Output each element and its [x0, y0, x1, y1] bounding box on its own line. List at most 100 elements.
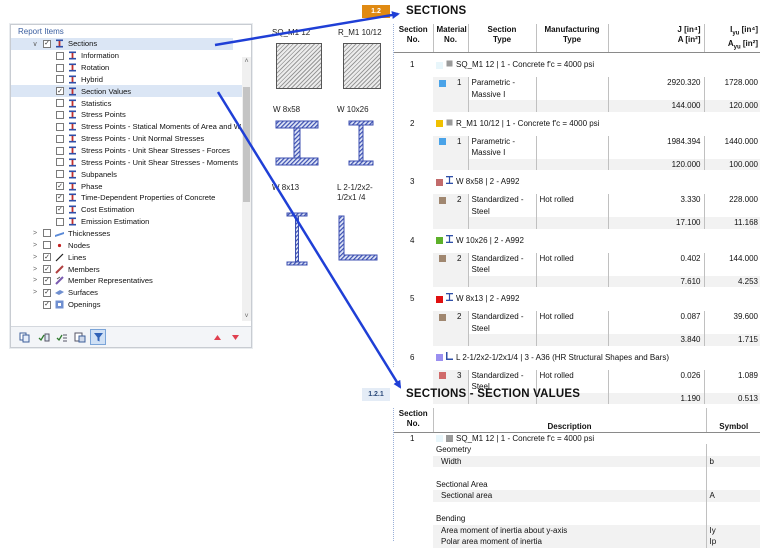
tree-item-checkbox[interactable]: ✓ [43, 300, 51, 309]
tree-item-label: Phase [81, 181, 103, 191]
tree-item-checkbox[interactable]: ✓ [43, 253, 51, 262]
value-symbol: Iy [705, 524, 760, 536]
square-section-preview [276, 43, 322, 89]
tree-item[interactable]: ✓ Cost Estimation [11, 204, 242, 216]
section-type-row: Steel [394, 205, 760, 218]
tree-item-checkbox[interactable] [56, 51, 64, 60]
material-cell: 2 [433, 194, 468, 206]
section-type-1: Standardized - [467, 311, 536, 323]
tree-item[interactable]: ✓ Openings [11, 299, 233, 311]
ayu-value: 1.715 [703, 334, 760, 346]
section-type-1: Parametric - [467, 77, 536, 89]
tree-item[interactable]: Rotation [11, 62, 242, 74]
tree-scrollbar[interactable]: ˄ ˅ [242, 57, 251, 321]
value-description: Sectional area [441, 491, 493, 500]
expand-icon[interactable]: > [31, 242, 39, 249]
tree-item[interactable]: Subpanels [11, 168, 242, 180]
section-color-swatch [436, 354, 443, 362]
tree-item-label: Stress Points - Unit Normal Stresses [81, 134, 205, 144]
tree-item-label: Subpanels [81, 169, 117, 179]
tree-item-checkbox[interactable] [56, 134, 64, 143]
tree-item[interactable]: > ✓ Lines [11, 251, 233, 263]
scrollbar-thumb[interactable] [243, 87, 250, 202]
expand-icon[interactable]: > [31, 289, 39, 296]
filter-icon[interactable] [90, 329, 106, 345]
tree-item[interactable]: > ✓ Member Representatives [11, 275, 233, 287]
section-name: W 10x26 | 2 - A992 [456, 235, 524, 245]
tree-item-checkbox[interactable] [56, 146, 64, 155]
expand-icon[interactable]: > [31, 277, 39, 284]
j-value: 2920.320 [607, 77, 704, 89]
check-all-icon[interactable] [36, 329, 52, 345]
scroll-up-icon[interactable]: ˄ [242, 57, 251, 66]
tree-item-checkbox[interactable] [56, 110, 64, 119]
report-items-panel: Report Items ∨ ✓ Sections Information Rotati… [10, 24, 252, 348]
col-header-symbol: Symbol [705, 408, 760, 433]
tree-item[interactable]: Emission Estimation [11, 216, 242, 228]
tree-item[interactable]: ∨ ✓ Sections [11, 38, 233, 50]
preview-label-rect: R_M1 10/12 [338, 28, 382, 37]
copy-settings-icon[interactable] [72, 329, 88, 345]
section-values-table-region: Section No. Description Symbol 1 SQ_M1 12 … [393, 408, 760, 548]
tree-item-checkbox[interactable]: ✓ [56, 87, 64, 96]
tree-item-checkbox[interactable] [56, 75, 64, 84]
material-no: 1 [457, 78, 462, 88]
tree-item-checkbox[interactable] [43, 241, 51, 250]
tree-item-checkbox[interactable] [56, 170, 64, 179]
tree-item-checkbox[interactable]: ✓ [56, 182, 64, 191]
sections-icon [68, 51, 77, 60]
tree-item-checkbox[interactable] [56, 217, 64, 226]
expand-icon[interactable]: > [31, 230, 39, 237]
tree-item[interactable]: Statistics [11, 97, 242, 109]
material-color-swatch [439, 372, 446, 380]
tree-item-checkbox[interactable]: ✓ [43, 276, 51, 285]
move-down-icon[interactable] [227, 329, 243, 345]
section-area-row: 17.100 11.168 [394, 217, 760, 229]
j-value: 0.087 [607, 311, 704, 323]
tree-item-checkbox[interactable] [56, 158, 64, 167]
tree-item-checkbox[interactable] [56, 63, 64, 72]
value-description: Bending [436, 514, 466, 523]
tree-item[interactable]: Stress Points - Unit Shear Stresses - Fo… [11, 145, 242, 157]
expand-icon[interactable]: > [31, 266, 39, 273]
angle-section-icon [446, 351, 453, 364]
tree-item-checkbox[interactable]: ✓ [43, 39, 51, 48]
tree-item[interactable]: Information [11, 50, 242, 62]
tree-item-checkbox[interactable] [56, 122, 64, 131]
i-section-icon [446, 176, 453, 188]
sections-icon [68, 75, 77, 84]
tree-item-checkbox[interactable] [56, 99, 64, 108]
value-symbol [705, 467, 760, 479]
section-row: 2 R_M1 10/12 | 1 - Concrete f'c = 4000 ps… [394, 112, 760, 136]
tree-item[interactable]: ✓ Section Values [11, 85, 242, 98]
tree-item[interactable]: Stress Points [11, 109, 242, 121]
scroll-down-icon[interactable]: ˅ [242, 312, 251, 321]
check-selected-icon[interactable] [54, 329, 70, 345]
opening-icon [55, 300, 64, 309]
tree-item[interactable]: Stress Points - Statical Moments of Area… [11, 121, 242, 133]
tree-item-label: Openings [68, 300, 101, 310]
tree-item[interactable]: > ✓ Members [11, 263, 233, 275]
tree-item[interactable]: > Thicknesses [11, 228, 233, 240]
expand-icon[interactable]: > [31, 254, 39, 261]
tree-item[interactable]: ✓ Phase [11, 180, 242, 192]
tree-item[interactable]: > Nodes [11, 239, 233, 251]
tree-item-label: Time-Dependent Properties of Concrete [81, 193, 216, 203]
tree-item[interactable]: Hybrid [11, 74, 242, 86]
tree-item[interactable]: Stress Points - Unit Normal Stresses [11, 133, 242, 145]
a-value: 17.100 [607, 217, 704, 229]
tree-item-checkbox[interactable]: ✓ [43, 288, 51, 297]
tree-item[interactable]: Stress Points - Unit Shear Stresses - Mo… [11, 157, 242, 169]
collapse-icon[interactable]: ∨ [31, 40, 39, 48]
tree-item-checkbox[interactable]: ✓ [56, 193, 64, 202]
material-no: 2 [457, 312, 462, 322]
tree-item-checkbox[interactable]: ✓ [56, 205, 64, 214]
tree-item-checkbox[interactable]: ✓ [43, 265, 51, 274]
copy-icon[interactable] [16, 329, 32, 345]
tree-item[interactable]: ✓ Time-Dependent Properties of Concrete [11, 192, 242, 204]
move-up-icon[interactable] [209, 329, 225, 345]
tree-item[interactable]: > ✓ Surfaces [11, 287, 233, 299]
tree-item-checkbox[interactable] [43, 229, 51, 238]
col-header-j-a: J [in⁴] A [in²] [607, 24, 704, 54]
material-color-swatch [439, 138, 446, 146]
